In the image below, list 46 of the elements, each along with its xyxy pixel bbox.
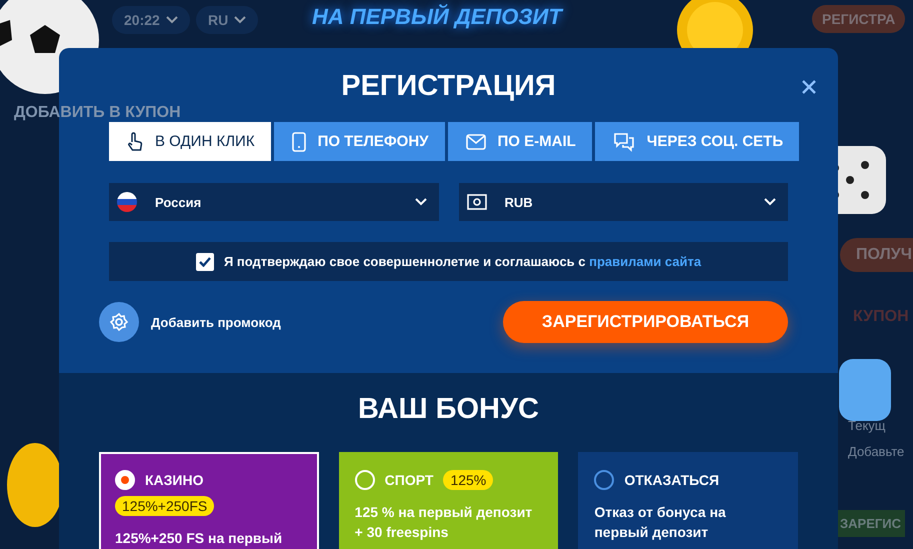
bonus-card[interactable]: КАЗИНО 125%+250FS 125%+250 FS на первый: [99, 452, 319, 549]
currency-select[interactable]: RUB: [458, 183, 788, 221]
bonus-card[interactable]: СПОРТ 125% 125 % на первый депозит + 30 freespins: [338, 452, 558, 549]
sidebar-text: Добавьте: [848, 444, 904, 459]
time-display[interactable]: 20:22: [112, 6, 190, 34]
site-rules-link[interactable]: правилами сайта: [589, 254, 702, 269]
bonus-name: СПОРТ: [384, 472, 434, 488]
register-button[interactable]: ЗАРЕГИСТРИРОВАТЬСЯ: [503, 301, 788, 343]
country-select[interactable]: Россия: [109, 183, 438, 221]
banner-text: НА ПЕРВЫЙ ДЕПОЗИТ: [312, 4, 562, 30]
chevron-down-icon: [234, 16, 246, 24]
phone-icon: [292, 132, 306, 152]
chevron-down-icon: [414, 198, 426, 206]
registration-tab[interactable]: ПО ТЕЛЕФОНУ: [274, 122, 445, 161]
bonus-description: 125 % на первый депозит + 30 freespins: [354, 503, 534, 542]
language-selector[interactable]: RU: [196, 6, 258, 34]
add-to-coupon-button[interactable]: ДОБАВИТЬ В КУПОН: [14, 104, 181, 122]
add-promo-code-button[interactable]: Добавить промокод: [99, 302, 281, 342]
registration-tab[interactable]: ЧЕРЕЗ СОЦ. СЕТЬ: [594, 122, 800, 161]
registration-tab[interactable]: ПО E-MAIL: [448, 122, 592, 161]
radio-button[interactable]: [594, 470, 614, 490]
agreement-text: Я подтверждаю свое совершеннолетие и соглашаюсь с правилами сайта: [224, 254, 702, 269]
gear-icon: [109, 312, 129, 332]
coupon-label: КУПОН: [853, 308, 909, 326]
bonus-badge: 125%: [443, 470, 494, 490]
bonus-badge: 125%+250FS: [115, 496, 214, 516]
register-button[interactable]: РЕГИСТРА: [812, 5, 906, 33]
chevron-down-icon: [764, 198, 776, 206]
get-button[interactable]: ПОЛУЧ: [840, 238, 913, 272]
sidebar-text: Текущ: [848, 418, 886, 433]
agreement-checkbox[interactable]: [196, 252, 214, 270]
bonus-name: КАЗИНО: [145, 472, 204, 488]
registration-tab[interactable]: В ОДИН КЛИК: [109, 122, 271, 161]
flag-icon: [117, 192, 137, 212]
chat-bubbles-icon: [612, 132, 635, 152]
bonus-name: ОТКАЗАТЬСЯ: [624, 472, 720, 488]
bonus-description: Отказ от бонуса на первый депозит: [594, 503, 727, 542]
checkmark-icon: [198, 256, 211, 266]
envelope-icon: [466, 134, 486, 150]
chevron-down-icon: [166, 16, 178, 24]
bonus-card[interactable]: ОТКАЗАТЬСЯ Отказ от бонуса на первый депозит: [578, 452, 798, 549]
banknote-icon: [466, 194, 486, 210]
bonus-title: ВАШ БОНУС: [357, 393, 540, 426]
register-button[interactable]: ЗАРЕГИС: [836, 510, 905, 537]
modal-title: РЕГИСТРАЦИЯ: [340, 70, 557, 103]
bonus-description: 125%+250 FS на первый: [115, 529, 284, 548]
